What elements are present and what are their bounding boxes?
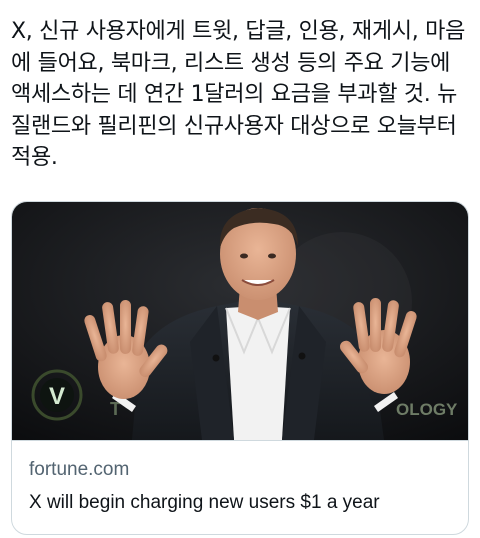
tweet-text: X, 신규 사용자에게 트윗, 답글, 인용, 재게시, 마음에 들어요, 북마…	[11, 19, 466, 170]
venue-logo-icon: V	[31, 369, 83, 421]
link-preview-image[interactable]: V T OLOGY	[12, 202, 468, 440]
link-domain[interactable]: fortune.com	[29, 459, 129, 481]
card-divider	[12, 440, 468, 441]
link-preview-card[interactable]: V T OLOGY fortune.com X will begin charg…	[11, 201, 469, 535]
link-title[interactable]: X will begin charging new users $1 a yea…	[29, 492, 380, 514]
svg-text:V: V	[49, 383, 65, 410]
svg-text:OLOGY: OLOGY	[396, 400, 458, 419]
